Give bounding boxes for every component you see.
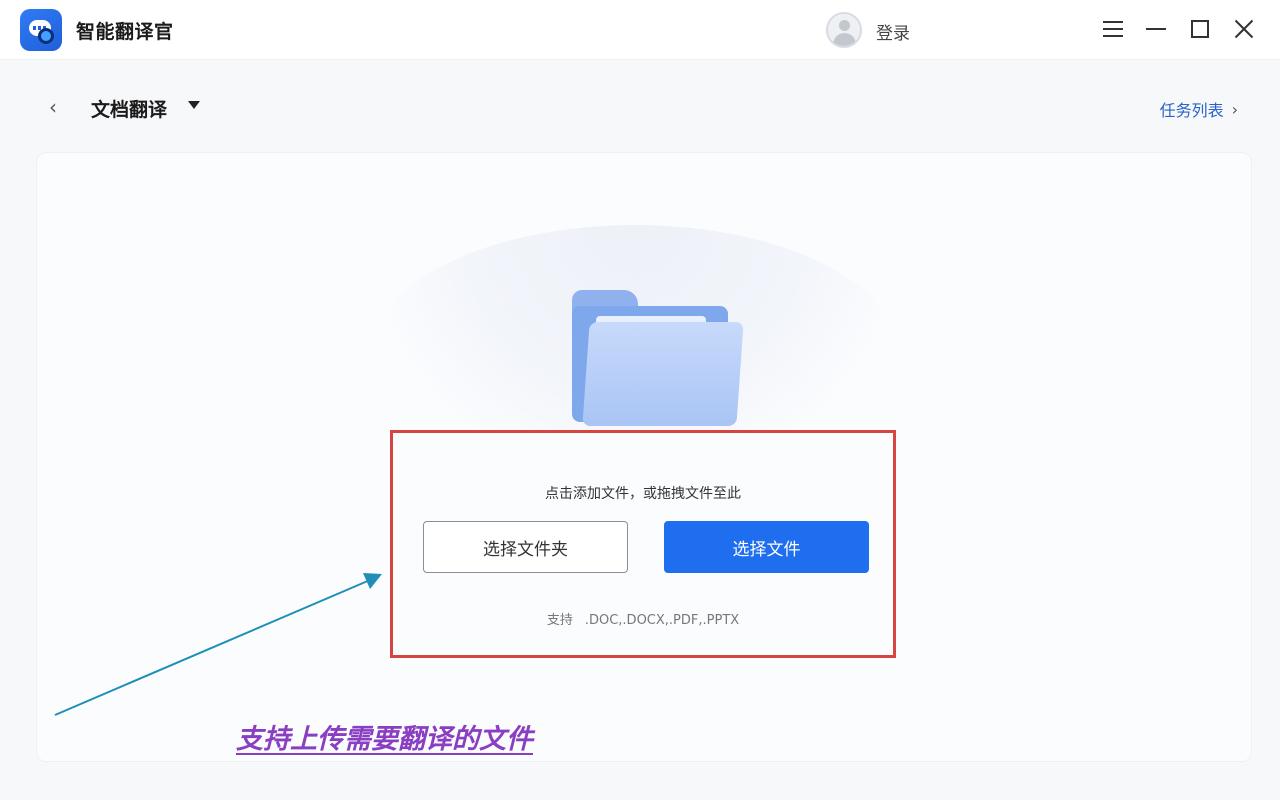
user-avatar-icon[interactable] [826,12,862,48]
minimize-icon [1146,28,1166,30]
task-list-link[interactable]: 任务列表 › [1160,97,1238,121]
globe-ring-icon [38,28,54,44]
menu-button[interactable] [1098,14,1128,44]
annotation-caption: 支持上传需要翻译的文件 [236,724,533,755]
formats-label: 支持 [546,613,573,628]
select-folder-button[interactable]: 选择文件夹 [423,521,628,573]
translation-mode-title[interactable]: 文档翻译 [91,95,167,122]
app-title: 智能翻译官 [76,21,174,43]
minimize-button[interactable] [1141,14,1171,44]
drop-zone[interactable]: 点击添加文件，或拖拽文件至此 选择文件夹 选择文件 支持 .DOC,.DOCX,.… [390,430,896,658]
title-bar: 智能翻译官 登录 [0,0,1280,60]
app-logo-icon [20,9,62,51]
menu-icon [1103,21,1123,37]
maximize-button[interactable] [1185,14,1215,44]
drop-hint: 点击添加文件，或拖拽文件至此 [545,486,741,502]
login-link[interactable]: 登录 [876,19,910,44]
close-button[interactable] [1229,14,1259,44]
caret-down-icon[interactable] [188,101,200,109]
folder-icon [570,290,744,430]
supported-formats: 支持 .DOC,.DOCX,.PDF,.PPTX [393,609,893,628]
close-icon [1234,19,1254,39]
task-list-label: 任务列表 [1159,101,1224,120]
formats-value: .DOC,.DOCX,.PDF,.PPTX [584,613,740,628]
chevron-right-icon: › [1231,99,1238,119]
chevron-left-icon[interactable]: ‹ [46,95,60,119]
select-file-button[interactable]: 选择文件 [664,521,869,573]
maximize-icon [1191,20,1209,38]
